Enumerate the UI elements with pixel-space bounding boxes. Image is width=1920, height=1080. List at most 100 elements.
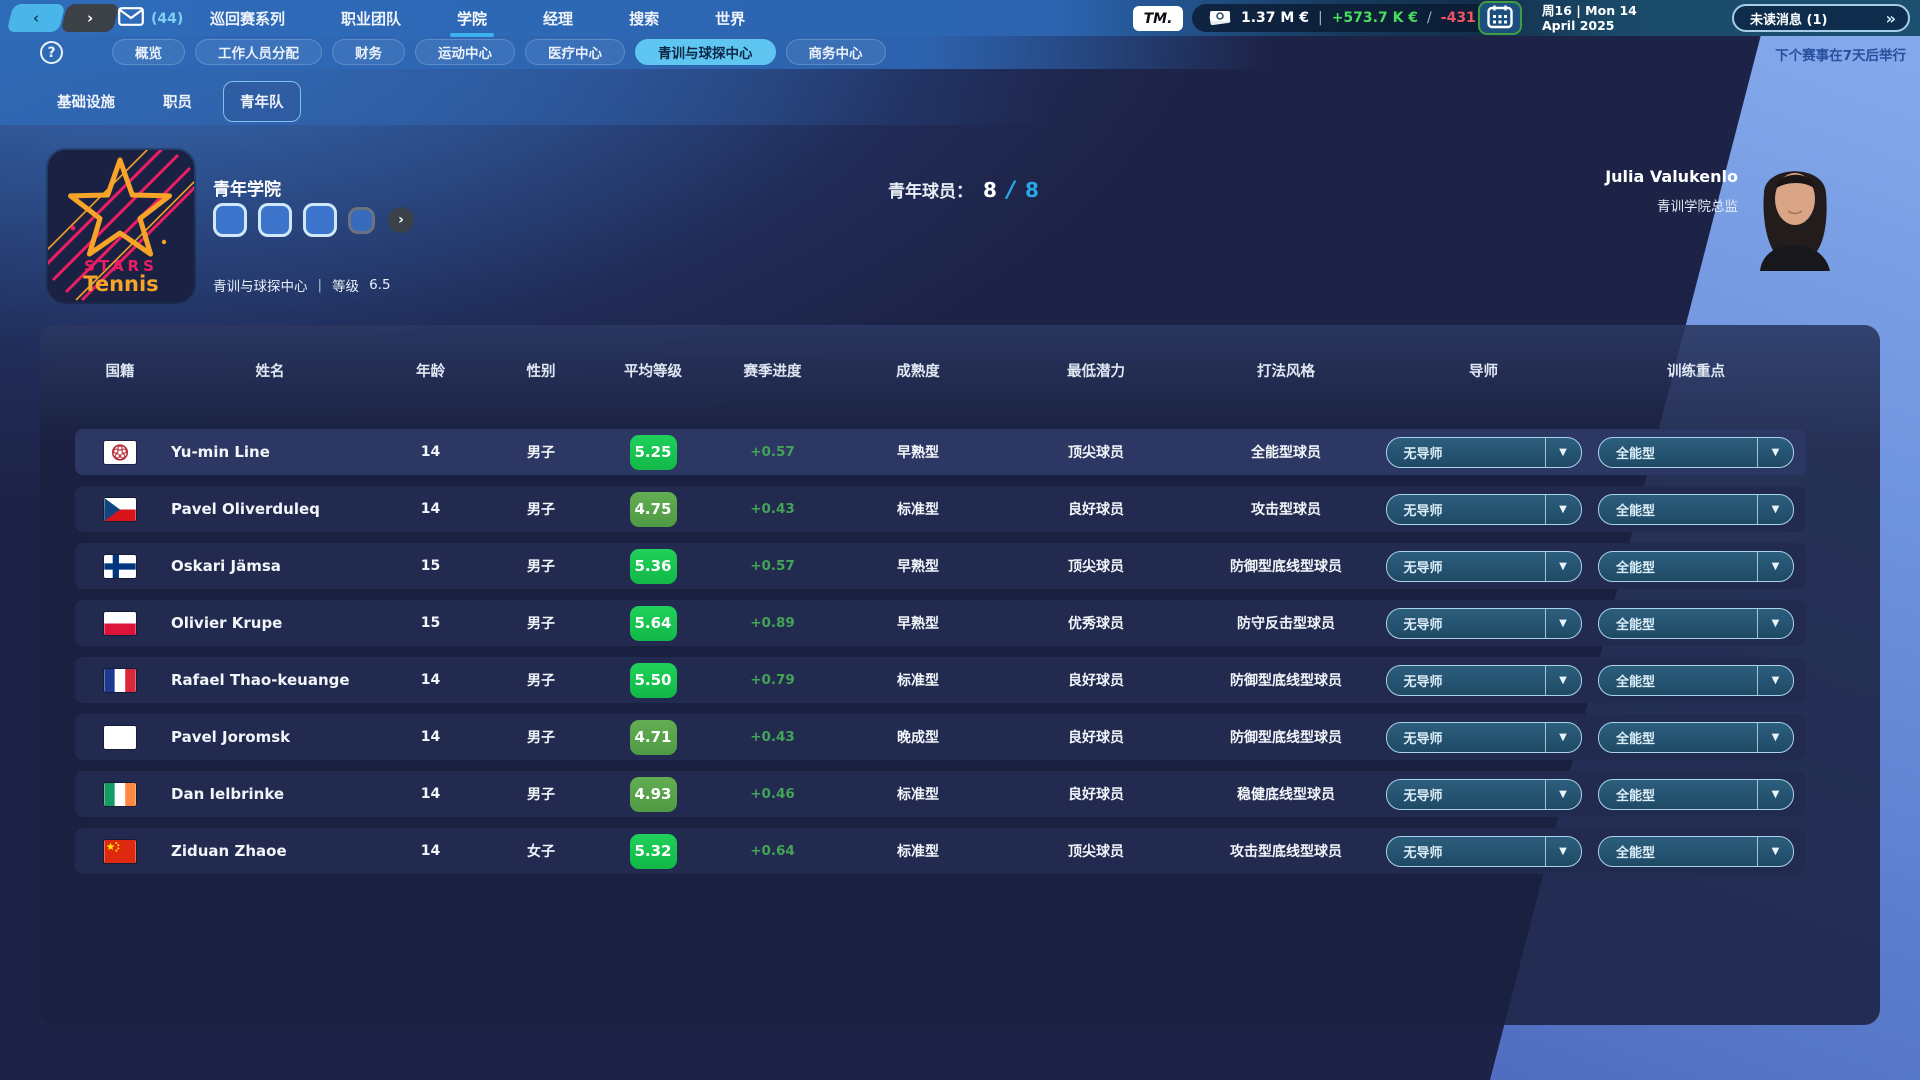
training-focus-select[interactable]: 全能型 ▼ [1598,665,1794,696]
mentor-select[interactable]: 无导师 ▼ [1386,494,1582,525]
training-focus-select[interactable]: 全能型 ▼ [1598,779,1794,810]
column-header-9[interactable]: 导师 [1381,360,1586,381]
section-tab-3[interactable]: 运动中心 [415,39,515,65]
training-focus-value: 全能型 [1599,842,1655,861]
training-focus-select[interactable]: 全能型 ▼ [1598,551,1794,582]
section-tab-6[interactable]: 商务中心 [786,39,886,65]
topnav-1[interactable]: 职业团队 [339,0,403,38]
forward-button[interactable]: › [61,4,120,32]
mentor-value: 无导师 [1387,671,1443,690]
column-header-4[interactable]: 平均等级 [596,360,710,381]
player-gender: 男子 [486,442,596,462]
back-button[interactable]: ‹ [7,4,66,32]
tab-2[interactable]: 青年队 [223,81,301,122]
chevron-down-icon: ▼ [1757,837,1793,866]
training-focus-value: 全能型 [1599,614,1655,633]
mentor-select[interactable]: 无导师 ▼ [1386,437,1582,468]
chevron-down-icon: ▼ [1757,495,1793,524]
training-focus-select[interactable]: 全能型 ▼ [1598,608,1794,639]
player-row[interactable]: Pavel Joromsk 14 男子 4.71 +0.43 晚成型 良好球员 … [75,714,1806,760]
play-style: 防御型底线型球员 [1191,556,1381,576]
column-header-3[interactable]: 性别 [486,360,596,381]
mentor-select[interactable]: 无导师 ▼ [1386,665,1582,696]
china-flag-icon [104,840,136,863]
chevron-down-icon: ▼ [1545,666,1581,695]
season-progress: +0.57 [710,444,835,460]
player-row[interactable]: Ziduan Zhaoe 14 女子 5.32 +0.64 标准型 顶尖球员 攻… [75,828,1806,874]
min-potential: 良好球员 [1001,499,1191,519]
min-potential: 良好球员 [1001,727,1191,747]
mentor-select[interactable]: 无导师 ▼ [1386,608,1582,639]
column-header-2[interactable]: 年龄 [375,360,486,381]
nationality-cell [75,726,165,749]
mentor-select[interactable]: 无导师 ▼ [1386,551,1582,582]
academy-header: STARS Tennis 青年学院 › 青训与球探中心 | 等级 6.5 青年球… [0,125,1920,325]
player-row[interactable]: Oskari Jämsa 15 男子 5.36 +0.57 早熟型 顶尖球员 防… [75,543,1806,589]
mentor-select[interactable]: 无导师 ▼ [1386,722,1582,753]
column-header-8[interactable]: 打法风格 [1191,360,1381,381]
rating-badge: 4.93 [630,777,677,812]
player-name: Rafael Thao-keuange [165,671,375,689]
player-row[interactable]: Pavel Oliverduleq 14 男子 4.75 +0.43 标准型 良… [75,486,1806,532]
player-row[interactable]: Yu-min Line 14 男子 5.25 +0.57 早熟型 顶尖球员 全能… [75,429,1806,475]
chevron-down-icon: ▼ [1545,495,1581,524]
calendar-button[interactable] [1478,1,1522,35]
training-focus-select[interactable]: 全能型 ▼ [1598,494,1794,525]
chevron-down-icon: ▼ [1757,438,1793,467]
min-potential: 顶尖球员 [1001,442,1191,462]
inbox-button[interactable]: (44) [118,7,183,30]
column-header-6[interactable]: 成熟度 [835,360,1001,381]
mentor-select[interactable]: 无导师 ▼ [1386,836,1582,867]
players-separator: / [1007,178,1015,203]
training-focus-select[interactable]: 全能型 ▼ [1598,722,1794,753]
topnav-3[interactable]: 经理 [541,0,575,38]
director-avatar[interactable] [1748,153,1840,271]
section-tab-2[interactable]: 财务 [332,39,405,65]
section-tab-0[interactable]: 概览 [112,39,185,65]
finance-summary[interactable]: 1.37 M € | +573.7 K € / -431 K € [1192,4,1522,32]
player-row[interactable]: Dan Ielbrinke 14 男子 4.93 +0.46 标准型 良好球员 … [75,771,1806,817]
rating-badge: 4.71 [630,720,677,755]
player-row[interactable]: Rafael Thao-keuange 14 男子 5.50 +0.79 标准型… [75,657,1806,703]
topnav-5[interactable]: 世界 [713,0,747,38]
tab-0[interactable]: 基础设施 [40,81,132,122]
unread-messages-button[interactable]: 未读消息 (1) » [1732,4,1910,32]
section-tab-5[interactable]: 青训与球探中心 [635,39,776,65]
section-tab-1[interactable]: 工作人员分配 [195,39,322,65]
mentor-select[interactable]: 无导师 ▼ [1386,779,1582,810]
grade-label: 等级 [332,275,359,295]
column-header-1[interactable]: 姓名 [165,360,375,381]
mentor-value: 无导师 [1387,614,1443,633]
game-date: 周16 | Mon 14 April 2025 [1542,3,1637,33]
player-age: 14 [375,729,486,745]
section-tab-4[interactable]: 医疗中心 [525,39,625,65]
column-header-5[interactable]: 赛季进度 [710,360,835,381]
director-name: Julia Valukenlo [1605,167,1738,186]
training-focus-select[interactable]: 全能型 ▼ [1598,437,1794,468]
column-header-0[interactable]: 国籍 [75,360,165,381]
topnav-0[interactable]: 巡回赛系列 [208,0,287,38]
column-header-10[interactable]: 训练重点 [1586,360,1806,381]
income-value: +573.7 K € [1332,10,1418,26]
topnav-4[interactable]: 搜索 [627,0,661,38]
training-focus-value: 全能型 [1599,785,1655,804]
maturity: 晚成型 [835,727,1001,747]
min-potential: 优秀球员 [1001,613,1191,633]
chinese-taipei-flag-icon [104,441,136,464]
mail-icon [118,7,144,30]
column-header-7[interactable]: 最低潜力 [1001,360,1191,381]
tab-1[interactable]: 职员 [146,81,209,122]
player-gender: 男子 [486,556,596,576]
maturity: 早熟型 [835,442,1001,462]
player-age: 14 [375,843,486,859]
help-button[interactable]: ? [40,41,63,64]
expand-slots-button[interactable]: › [388,207,414,233]
mentor-value: 无导师 [1387,443,1443,462]
rating-cell: 4.71 [596,720,710,755]
topnav-2[interactable]: 学院 [455,0,489,38]
player-row[interactable]: Olivier Krupe 15 男子 5.64 +0.89 早熟型 优秀球员 … [75,600,1806,646]
player-gender: 男子 [486,727,596,747]
nationality-cell [75,840,165,863]
training-focus-select[interactable]: 全能型 ▼ [1598,836,1794,867]
mentor-value: 无导师 [1387,500,1443,519]
